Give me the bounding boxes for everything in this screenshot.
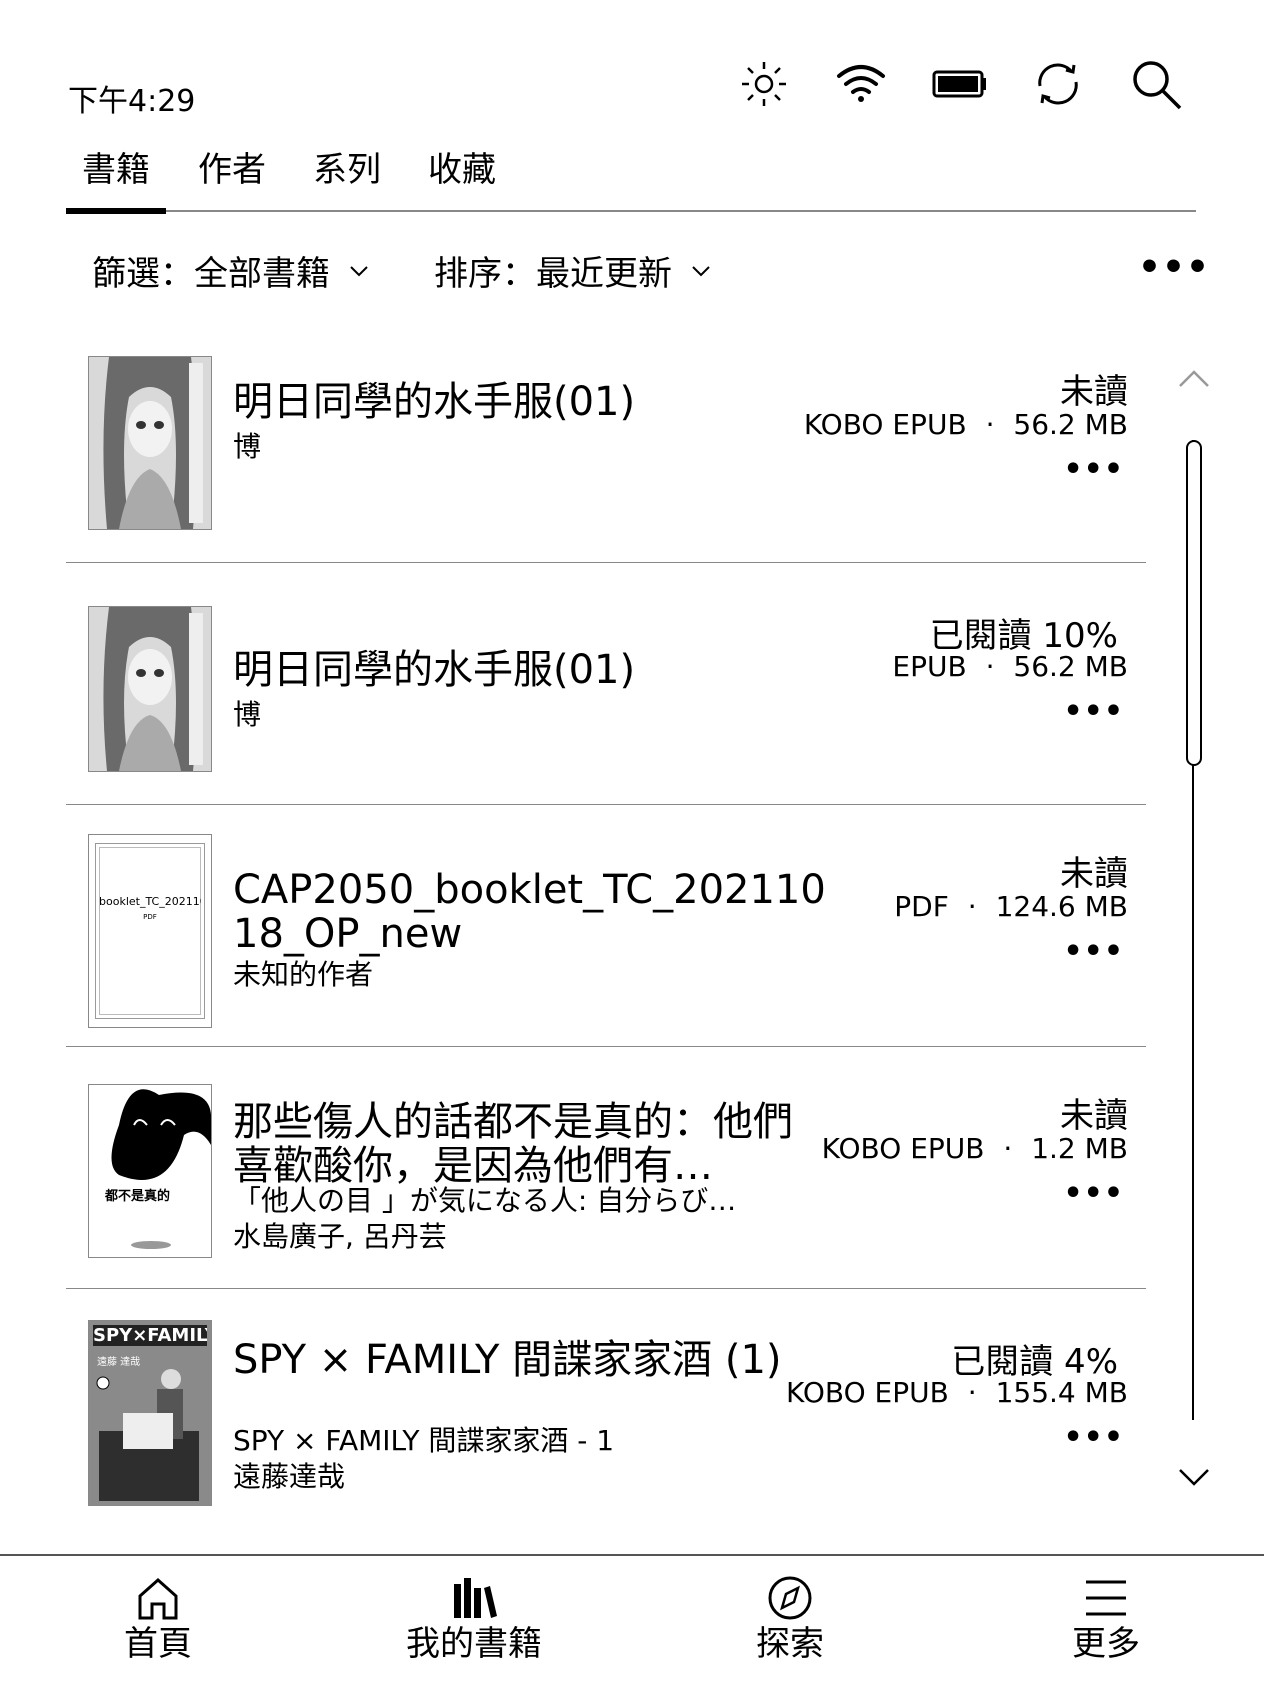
book-format: KOBO EPUB <box>803 408 967 441</box>
sort-label: 排序：最近更新 <box>434 254 672 294</box>
book-cover: 都不是真的 <box>88 1084 212 1258</box>
book-meta: PDF · 124.6 MB <box>894 890 1128 923</box>
book-more-button[interactable]: ••• <box>1063 1420 1124 1455</box>
book-meta: KOBO EPUB · 1.2 MB <box>822 1132 1128 1165</box>
nav-more-label: 更多 <box>1072 1624 1140 1664</box>
cover-subtitle: PDF <box>143 913 157 921</box>
book-row[interactable]: 明日同學的水手服(01) 博 已閱讀 10% EPUB · 56.2 MB ••… <box>66 562 1146 805</box>
book-more-button[interactable]: ••• <box>1063 934 1124 969</box>
book-cover <box>88 356 212 530</box>
book-size: 56.2 MB <box>1013 408 1128 441</box>
home-icon <box>138 1577 178 1620</box>
book-title: SPY × FAMILY 間諜家家酒 (1) <box>233 1337 782 1383</box>
book-format: EPUB <box>892 650 967 683</box>
book-meta: EPUB · 56.2 MB <box>892 650 1128 683</box>
book-meta: KOBO EPUB · 56.2 MB <box>804 408 1128 441</box>
book-more-button[interactable]: ••• <box>1063 452 1124 487</box>
scroll-up-icon[interactable] <box>1176 366 1212 390</box>
book-title: 明日同學的水手服(01) <box>233 647 636 693</box>
book-row[interactable]: 明日同學的水手服(01) 博 未讀 KOBO EPUB · 56.2 MB ••… <box>66 320 1146 563</box>
filter-label: 篩選：全部書籍 <box>92 254 330 294</box>
book-cover: booklet_TC_20211018 PDF <box>88 834 212 1028</box>
library-icon <box>454 1578 497 1618</box>
nav-my-books[interactable]: 我的書籍 <box>374 1574 574 1664</box>
tab-books[interactable]: 書籍 <box>66 146 166 214</box>
book-title: CAP2050_booklet_TC_20211018_OP_new <box>233 867 826 957</box>
scroll-thumb[interactable] <box>1186 440 1202 766</box>
library-tabs: 書籍 作者 系列 收藏 <box>66 146 1196 214</box>
tab-series[interactable]: 系列 <box>313 146 381 194</box>
wifi-icon[interactable] <box>833 56 889 112</box>
nav-home-label: 首頁 <box>124 1624 192 1664</box>
read-status: 未讀 <box>1060 854 1128 894</box>
status-time: 下午4:29 <box>68 84 196 119</box>
book-format: KOBO EPUB <box>821 1132 985 1165</box>
book-row[interactable]: 都不是真的 那些傷人的話都不是真的：他們喜歡酸你，是因為他們有… 「他人の目 」… <box>66 1046 1146 1289</box>
book-more-button[interactable]: ••• <box>1063 694 1124 729</box>
meta-separator: · <box>985 650 995 683</box>
compass-icon <box>768 1576 812 1620</box>
filter-dropdown[interactable]: 篩選：全部書籍 <box>92 246 370 295</box>
meta-separator: · <box>1003 1132 1013 1165</box>
read-status: 未讀 <box>1060 372 1128 412</box>
book-author: 博 <box>233 430 262 463</box>
book-title: 那些傷人的話都不是真的：他們喜歡酸你，是因為他們有… <box>233 1100 793 1188</box>
sort-dropdown[interactable]: 排序：最近更新 <box>434 246 712 295</box>
book-author: 遠藤達哉 <box>233 1460 346 1493</box>
book-size: 155.4 MB <box>995 1376 1128 1409</box>
nav-my-books-label: 我的書籍 <box>406 1624 542 1664</box>
brightness-icon[interactable] <box>736 56 792 112</box>
book-author: 博 <box>233 698 262 731</box>
cover-title: 都不是真的 <box>105 1189 171 1204</box>
nav-discover-label: 探索 <box>756 1624 824 1664</box>
nav-more[interactable]: 更多 <box>1006 1574 1206 1664</box>
nav-discover[interactable]: 探索 <box>690 1574 890 1664</box>
book-more-button[interactable]: ••• <box>1063 1176 1124 1211</box>
meta-separator: · <box>985 408 995 441</box>
chevron-down-icon <box>350 265 368 276</box>
more-options-button[interactable]: ••• <box>1138 250 1210 286</box>
book-series: 「他人の目 」が気になる人: 自分らび… <box>233 1184 737 1217</box>
book-format: KOBO EPUB <box>786 1376 949 1409</box>
battery-icon[interactable] <box>932 56 988 112</box>
read-status: 未讀 <box>1060 1096 1128 1136</box>
book-size: 1.2 MB <box>1031 1132 1128 1165</box>
book-series: SPY × FAMILY 間諜家家酒 - 1 <box>233 1424 615 1457</box>
tab-authors[interactable]: 作者 <box>198 146 266 194</box>
book-size: 56.2 MB <box>1013 650 1128 683</box>
tab-collections[interactable]: 收藏 <box>428 146 496 194</box>
nav-home[interactable]: 首頁 <box>58 1574 258 1664</box>
book-cover: SPY×FAMILY 遠藤 達哉 <box>88 1320 212 1506</box>
menu-icon <box>1086 1580 1126 1616</box>
book-author: 水島廣子, 呂丹芸 <box>233 1220 447 1253</box>
meta-separator: · <box>967 890 977 923</box>
book-author: 未知的作者 <box>233 958 374 991</box>
meta-separator: · <box>967 1376 977 1409</box>
book-size: 124.6 MB <box>995 890 1128 923</box>
bottom-nav: 首頁 我的書籍 探索 更多 <box>0 1554 1264 1682</box>
book-meta: KOBO EPUB · 155.4 MB <box>786 1376 1128 1409</box>
book-format: PDF <box>894 890 949 923</box>
book-cover <box>88 606 212 772</box>
chevron-down-icon <box>692 265 710 276</box>
search-icon[interactable] <box>1128 56 1184 112</box>
scroll-down-icon[interactable] <box>1176 1466 1212 1490</box>
sync-icon[interactable] <box>1030 56 1086 112</box>
book-row[interactable]: SPY×FAMILY 遠藤 達哉 SPY × FAMILY 間諜家家酒 (1) … <box>66 1288 1146 1530</box>
book-row[interactable]: booklet_TC_20211018 PDF CAP2050_booklet_… <box>66 804 1146 1047</box>
cover-title: booklet_TC_20211018 <box>99 895 201 908</box>
